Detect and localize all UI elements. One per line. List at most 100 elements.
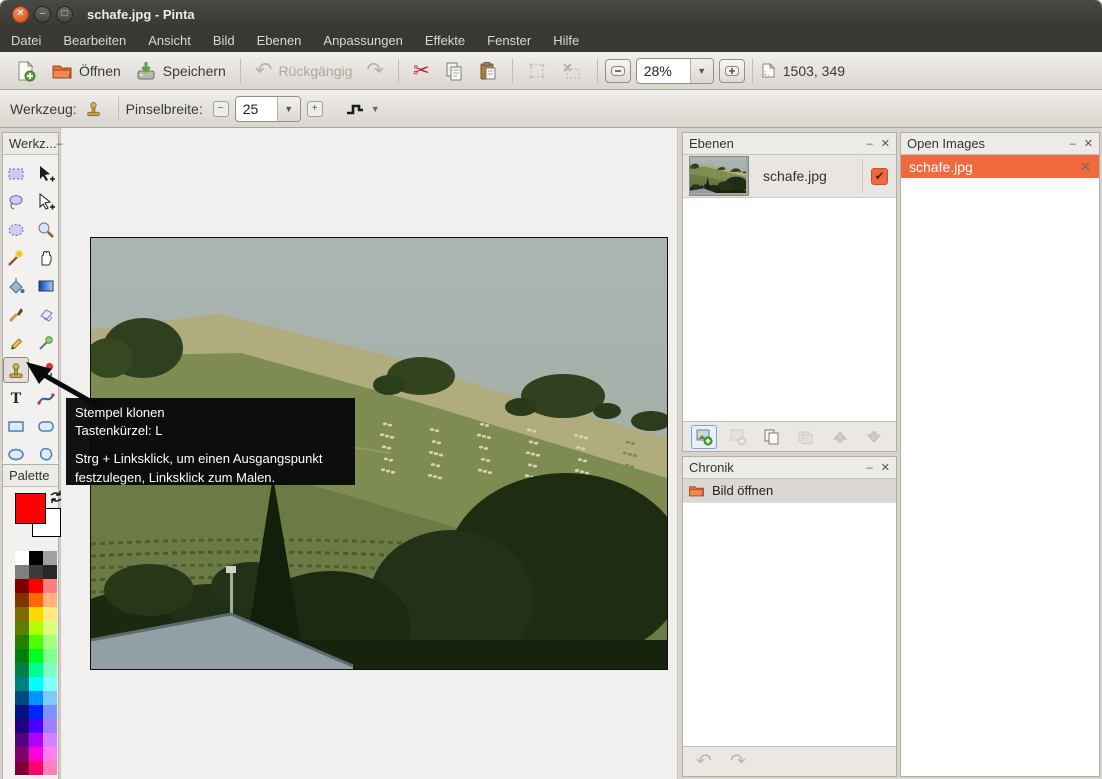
delete-layer-button[interactable] bbox=[725, 425, 751, 449]
palette-swatch[interactable] bbox=[15, 551, 29, 565]
tool-paint-bucket[interactable] bbox=[3, 273, 29, 299]
palette-swatch[interactable] bbox=[43, 719, 57, 733]
move-layer-up-button[interactable] bbox=[827, 425, 853, 449]
open-button[interactable]: Öffnen bbox=[44, 57, 128, 85]
tool-move[interactable] bbox=[33, 189, 59, 215]
merge-layer-down-button[interactable] bbox=[793, 425, 819, 449]
palette-swatch[interactable] bbox=[15, 747, 29, 761]
palette-swatch[interactable] bbox=[43, 607, 57, 621]
palette-swatch[interactable] bbox=[43, 705, 57, 719]
move-layer-down-button[interactable] bbox=[861, 425, 887, 449]
primary-color-swatch[interactable] bbox=[15, 493, 46, 524]
palette-swatch[interactable] bbox=[29, 565, 43, 579]
panel-minimize-icon[interactable]: – bbox=[867, 138, 873, 150]
palette-swatch[interactable] bbox=[15, 705, 29, 719]
history-redo-button[interactable]: ↷ bbox=[725, 750, 751, 774]
palette-swatch[interactable] bbox=[43, 593, 57, 607]
palette-swatch[interactable] bbox=[29, 551, 43, 565]
palette-swatch[interactable] bbox=[15, 649, 29, 663]
history-entry[interactable]: Bild öffnen bbox=[683, 479, 896, 503]
palette-swatch[interactable] bbox=[43, 579, 57, 593]
palette-swatch[interactable] bbox=[15, 579, 29, 593]
tool-pencil[interactable] bbox=[3, 329, 29, 355]
window-close-button[interactable]: ✕ bbox=[12, 6, 29, 23]
brush-width-increase-button[interactable]: + bbox=[307, 101, 323, 117]
swap-colors-icon[interactable] bbox=[49, 490, 63, 504]
tool-rectangle-select[interactable] bbox=[3, 161, 29, 187]
tool-gradient[interactable] bbox=[33, 273, 59, 299]
panel-close-icon[interactable]: ✕ bbox=[1084, 137, 1093, 150]
palette-swatch[interactable] bbox=[29, 677, 43, 691]
deselect-button[interactable] bbox=[554, 58, 590, 84]
panel-close-icon[interactable]: ✕ bbox=[881, 137, 890, 150]
blend-mode-dropdown[interactable]: ▼ bbox=[345, 100, 380, 118]
palette-swatch[interactable] bbox=[43, 691, 57, 705]
new-image-button[interactable] bbox=[8, 57, 44, 85]
palette-swatch[interactable] bbox=[29, 747, 43, 761]
chevron-down-icon[interactable]: ▼ bbox=[690, 59, 713, 83]
palette-swatch[interactable] bbox=[29, 691, 43, 705]
palette-swatch[interactable] bbox=[29, 761, 43, 775]
tool-text[interactable]: T bbox=[3, 385, 29, 411]
add-layer-button[interactable] bbox=[691, 425, 717, 449]
tool-rounded-rectangle[interactable] bbox=[33, 413, 59, 439]
tool-eraser[interactable] bbox=[33, 301, 59, 327]
redo-button[interactable]: ↷ bbox=[359, 55, 391, 86]
palette-swatch[interactable] bbox=[15, 635, 29, 649]
palette-swatch[interactable] bbox=[29, 649, 43, 663]
tool-pan[interactable] bbox=[33, 245, 59, 271]
palette-swatch[interactable] bbox=[29, 593, 43, 607]
palette-swatch[interactable] bbox=[29, 705, 43, 719]
palette-swatch[interactable] bbox=[15, 733, 29, 747]
window-minimize-button[interactable]: – bbox=[34, 6, 51, 23]
brush-width-decrease-button[interactable]: − bbox=[213, 101, 229, 117]
window-maximize-button[interactable]: □ bbox=[56, 6, 73, 23]
tool-move-selection[interactable] bbox=[33, 161, 59, 187]
brush-width-spinner[interactable]: 25 ▼ bbox=[235, 96, 301, 122]
palette-swatch[interactable] bbox=[43, 761, 57, 775]
panel-minimize-icon[interactable]: – bbox=[1070, 138, 1076, 150]
menu-effekte[interactable]: Effekte bbox=[414, 28, 476, 52]
layer-visibility-checkbox[interactable]: ✔ bbox=[871, 168, 888, 185]
chevron-down-icon[interactable]: ▼ bbox=[277, 97, 300, 121]
zoom-in-button[interactable] bbox=[719, 59, 745, 83]
palette-swatch[interactable] bbox=[15, 691, 29, 705]
undo-button[interactable]: ↶ Rückgängig bbox=[248, 55, 360, 86]
palette-swatch[interactable] bbox=[43, 551, 57, 565]
tool-color-picker[interactable] bbox=[33, 329, 59, 355]
palette-swatch[interactable] bbox=[29, 621, 43, 635]
palette-swatch[interactable] bbox=[43, 663, 57, 677]
tool-clone-stamp[interactable] bbox=[3, 357, 29, 383]
open-image-item[interactable]: schafe.jpg ✕ bbox=[901, 155, 1099, 178]
menu-hilfe[interactable]: Hilfe bbox=[542, 28, 590, 52]
palette-swatch[interactable] bbox=[29, 719, 43, 733]
cut-button[interactable]: ✂ bbox=[406, 55, 437, 86]
palette-swatch[interactable] bbox=[15, 593, 29, 607]
duplicate-layer-button[interactable] bbox=[759, 425, 785, 449]
palette-swatch[interactable] bbox=[15, 565, 29, 579]
paste-button[interactable] bbox=[471, 58, 505, 84]
palette-swatch[interactable] bbox=[15, 719, 29, 733]
tool-rectangle[interactable] bbox=[3, 413, 29, 439]
palette-swatch[interactable] bbox=[43, 677, 57, 691]
tool-magic-wand[interactable] bbox=[3, 245, 29, 271]
tool-line-curve[interactable] bbox=[33, 385, 59, 411]
panel-minimize-icon[interactable]: – bbox=[867, 462, 873, 474]
menu-ebenen[interactable]: Ebenen bbox=[246, 28, 313, 52]
palette-swatch[interactable] bbox=[43, 733, 57, 747]
menu-bearbeiten[interactable]: Bearbeiten bbox=[52, 28, 137, 52]
palette-swatch[interactable] bbox=[15, 621, 29, 635]
panel-close-icon[interactable]: ✕ bbox=[881, 461, 890, 474]
panel-minimize-icon[interactable]: – bbox=[56, 138, 62, 150]
menu-ansicht[interactable]: Ansicht bbox=[137, 28, 202, 52]
close-image-icon[interactable]: ✕ bbox=[1080, 159, 1091, 175]
palette-swatch[interactable] bbox=[15, 663, 29, 677]
tool-zoom[interactable] bbox=[33, 217, 59, 243]
menu-datei[interactable]: Datei bbox=[0, 28, 52, 52]
palette-swatch[interactable] bbox=[15, 607, 29, 621]
menu-bild[interactable]: Bild bbox=[202, 28, 246, 52]
tool-lasso-select[interactable] bbox=[3, 189, 29, 215]
palette-swatch[interactable] bbox=[43, 747, 57, 761]
palette-swatch[interactable] bbox=[15, 677, 29, 691]
zoom-out-button[interactable] bbox=[605, 59, 631, 83]
